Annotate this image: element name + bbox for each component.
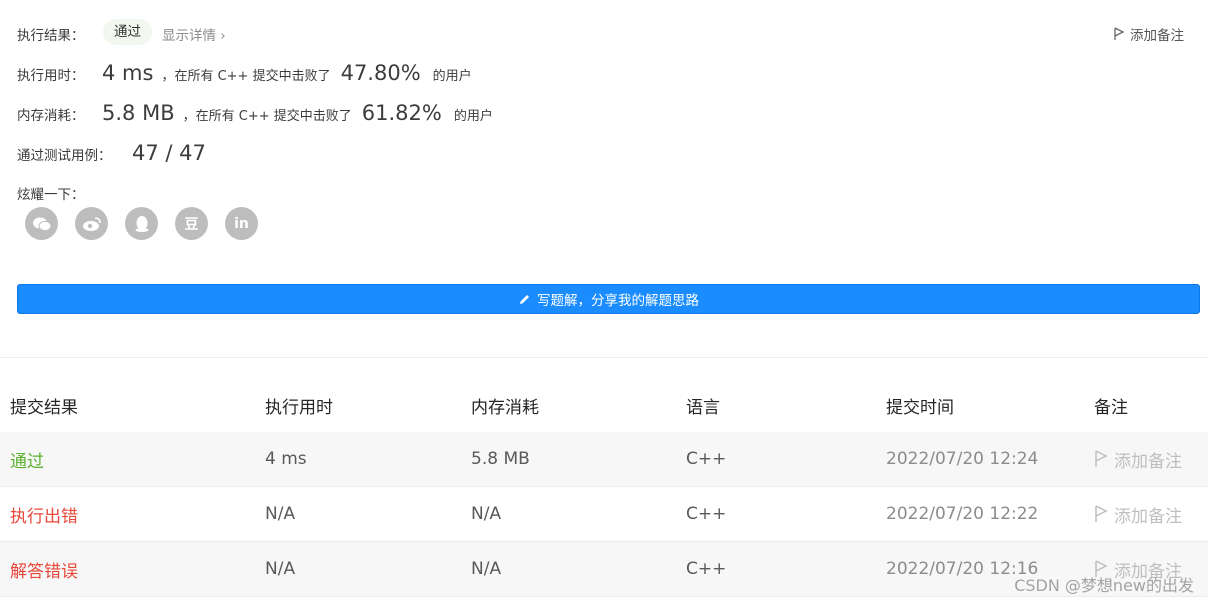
runtime-mid-text: ，在所有 C++ 提交中击败了 [161,69,331,84]
row-language: C++ [686,559,727,579]
header-note: 备注 [1094,397,1128,418]
header-runtime: 执行用时 [265,397,333,418]
row-runtime: N/A [265,504,296,524]
add-note-label: 添加备注 [1130,28,1184,44]
test-cases-label: 通过测试用例： [17,148,112,164]
runtime-stat: 执行用时： 4 ms ，在所有 C++ 提交中击败了 47.80% 的用户 [17,61,472,85]
write-solution-button[interactable]: 写题解，分享我的解题思路 [17,284,1200,314]
row-status-link[interactable]: 执行出错 [10,487,78,541]
row-status-link[interactable]: 解答错误 [10,542,78,596]
row-submitted: 2022/07/20 12:24 [886,449,1039,469]
douban-icon[interactable]: 豆 [175,207,208,240]
row-language: C++ [686,449,727,469]
row-add-note-button[interactable]: 添加备注 [1094,487,1182,541]
memory-tail: 的用户 [453,109,493,124]
pencil-icon [520,294,529,304]
row-memory: N/A [471,559,502,579]
write-solution-label: 写题解，分享我的解题思路 [537,293,699,309]
header-result: 提交结果 [10,397,78,418]
csdn-watermark: CSDN @梦想new的出发 [1014,576,1194,595]
table-row[interactable]: 执行出错 N/A N/A C++ 2022/07/20 12:22 添加备注 [0,487,1208,542]
show-details-link[interactable]: 显示详情 › [162,24,226,44]
memory-mid-text: ，在所有 C++ 提交中击败了 [182,109,352,124]
result-status-badge: 通过 [103,19,152,45]
memory-value: 5.8 MB [102,101,175,125]
test-cases-value: 47 / 47 [132,141,206,165]
table-row[interactable]: 通过 4 ms 5.8 MB C++ 2022/07/20 12:24 添加备注 [0,432,1208,487]
add-note-button[interactable]: 添加备注 [1113,24,1184,44]
header-language: 语言 [686,397,720,418]
row-submitted: 2022/07/20 12:22 [886,504,1039,524]
flag-icon [1114,27,1125,40]
row-runtime: N/A [265,559,296,579]
test-cases-stat: 通过测试用例： 47 / 47 [17,141,214,165]
result-label: 执行结果： [17,28,85,44]
submissions-table: 提交结果 执行用时 内存消耗 语言 提交时间 备注 通过 4 ms 5.8 MB… [0,378,1208,597]
weibo-icon[interactable] [75,207,108,240]
qq-icon[interactable] [125,207,158,240]
runtime-value: 4 ms [102,61,154,85]
share-icons: 豆 in [25,207,258,240]
header-submitted: 提交时间 [886,397,954,418]
runtime-percent: 47.80% [340,61,421,85]
row-add-note-label: 添加备注 [1114,506,1182,527]
flag-icon [1095,450,1108,467]
linkedin-icon[interactable]: in [225,207,258,240]
runtime-tail: 的用户 [432,69,472,84]
row-runtime: 4 ms [265,449,307,469]
runtime-label: 执行用时： [17,68,85,84]
row-status-link[interactable]: 通过 [10,432,44,486]
row-add-note-button[interactable]: 添加备注 [1094,432,1182,486]
wechat-icon[interactable] [25,207,58,240]
flag-icon [1095,505,1108,522]
result-panel: 执行结果： 通过 显示详情 › 添加备注 执行用时： 4 ms ，在所有 C++… [0,0,1208,356]
row-memory: 5.8 MB [471,449,530,469]
memory-label: 内存消耗： [17,108,85,124]
row-add-note-label: 添加备注 [1114,451,1182,472]
row-memory: N/A [471,504,502,524]
memory-stat: 内存消耗： 5.8 MB ，在所有 C++ 提交中击败了 61.82% 的用户 [17,101,493,125]
row-language: C++ [686,504,727,524]
table-header-row: 提交结果 执行用时 内存消耗 语言 提交时间 备注 [0,378,1208,432]
share-label: 炫耀一下： [17,187,85,203]
memory-percent: 61.82% [361,101,442,125]
section-divider [0,357,1208,358]
header-memory: 内存消耗 [471,397,539,418]
